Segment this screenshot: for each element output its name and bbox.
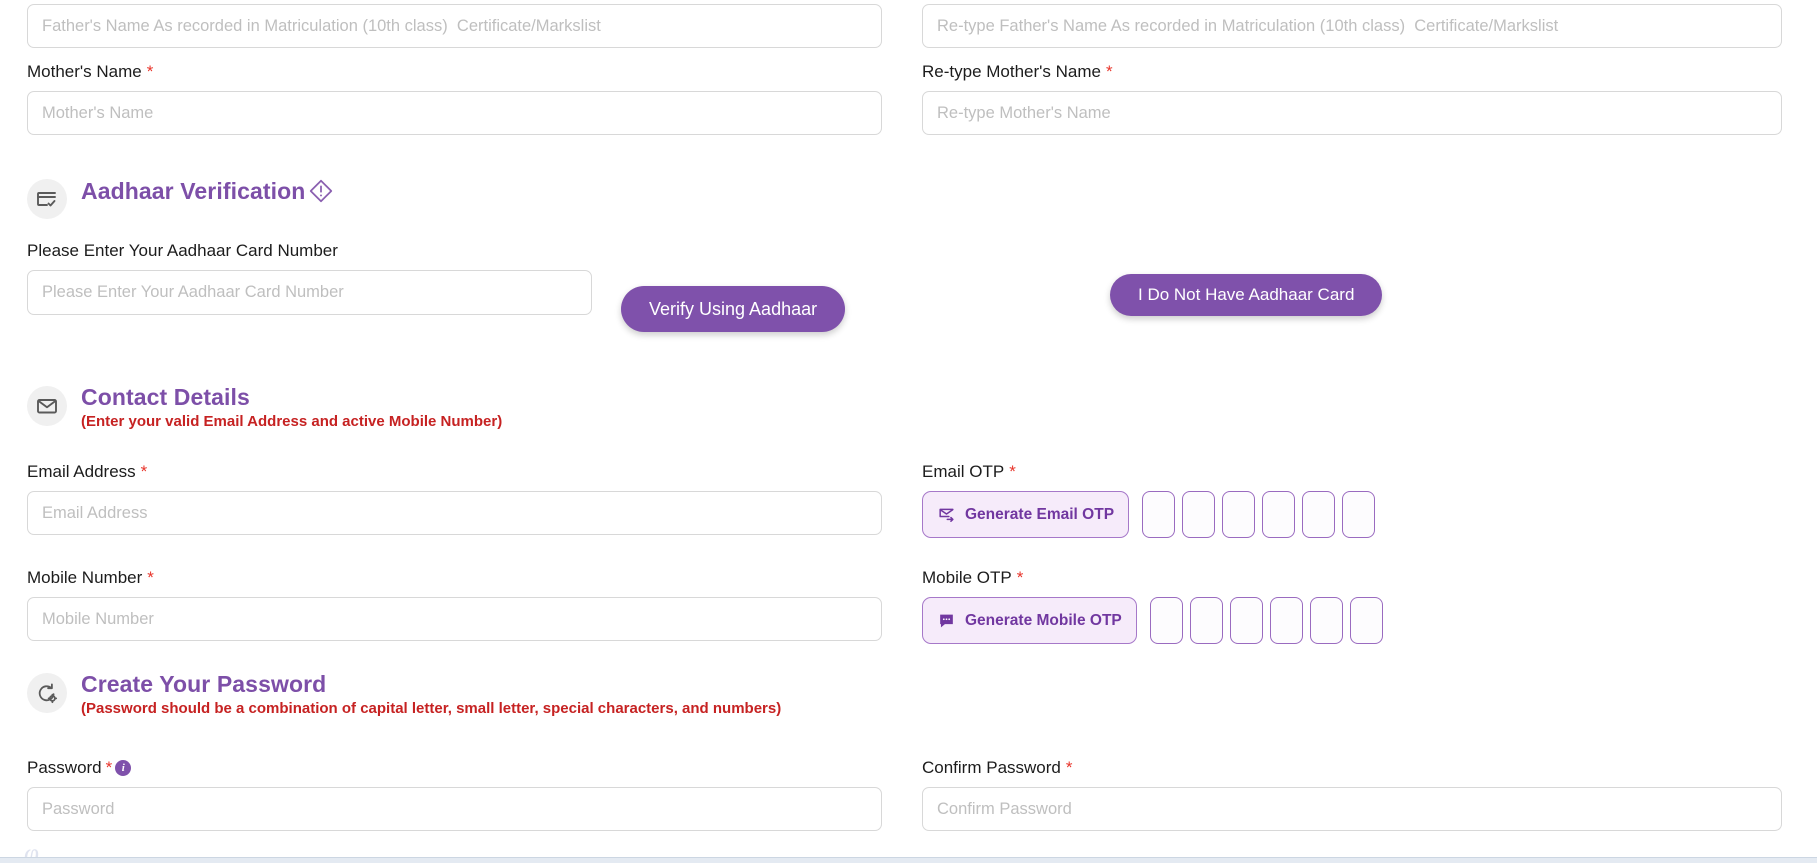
email-otp-row: Generate Email OTP	[922, 491, 1782, 538]
mobile-number-group: Mobile Number *	[27, 568, 882, 641]
aadhaar-section-header: Aadhaar Verification	[27, 177, 335, 219]
mobile-otp-digit-2[interactable]	[1190, 597, 1223, 644]
aadhaar-section-title: Aadhaar Verification	[81, 177, 335, 205]
aadhaar-number-label: Please Enter Your Aadhaar Card Number	[27, 241, 592, 261]
mobile-otp-boxes	[1150, 597, 1383, 644]
mobile-number-label-text: Mobile Number	[27, 568, 142, 588]
email-otp-group: Email OTP * Generate Email OTP	[922, 462, 1782, 538]
email-otp-boxes	[1142, 491, 1375, 538]
email-address-group: Email Address *	[27, 462, 882, 535]
email-otp-digit-1[interactable]	[1142, 491, 1175, 538]
generate-email-otp-label: Generate Email OTP	[965, 506, 1114, 524]
bottom-strip	[0, 857, 1817, 863]
generate-email-otp-button[interactable]: Generate Email OTP	[922, 491, 1129, 538]
mail-send-icon	[937, 505, 956, 524]
mobile-otp-row: Generate Mobile OTP	[922, 597, 1782, 644]
password-section-heading-block: Create Your Password (Password should be…	[81, 671, 781, 718]
required-asterisk: *	[147, 572, 154, 584]
mobile-number-input[interactable]	[27, 597, 882, 641]
confirm-password-input[interactable]	[922, 787, 1782, 831]
mother-name-retype-input[interactable]	[922, 91, 1782, 135]
aadhaar-number-group: Please Enter Your Aadhaar Card Number	[27, 241, 592, 315]
mobile-number-label: Mobile Number *	[27, 568, 882, 588]
email-address-input[interactable]	[27, 491, 882, 535]
contact-section-subtitle: (Enter your valid Email Address and acti…	[81, 412, 502, 431]
aadhaar-number-input[interactable]	[27, 270, 592, 315]
mobile-otp-digit-6[interactable]	[1350, 597, 1383, 644]
mother-name-retype-label-text: Re-type Mother's Name	[922, 62, 1101, 82]
mobile-otp-label: Mobile OTP *	[922, 568, 1782, 588]
father-name-retype-input[interactable]	[922, 4, 1782, 48]
father-name-input[interactable]	[27, 4, 882, 48]
mobile-otp-digit-4[interactable]	[1270, 597, 1303, 644]
mother-name-input[interactable]	[27, 91, 882, 135]
email-otp-label: Email OTP *	[922, 462, 1782, 482]
required-asterisk: *	[1066, 762, 1073, 774]
email-otp-digit-4[interactable]	[1262, 491, 1295, 538]
confirm-password-label-text: Confirm Password	[922, 758, 1061, 778]
father-name-retype-group	[922, 4, 1782, 48]
email-address-label-text: Email Address	[27, 462, 136, 482]
info-icon[interactable]: i	[115, 760, 131, 776]
password-label-text: Password	[27, 758, 102, 778]
father-name-group	[27, 4, 882, 48]
mother-name-retype-label: Re-type Mother's Name *	[922, 62, 1782, 82]
password-input[interactable]	[27, 787, 882, 831]
required-asterisk: *	[1106, 66, 1113, 78]
confirm-password-label: Confirm Password *	[922, 758, 1782, 778]
required-asterisk: *	[147, 66, 154, 78]
password-label: Password * i	[27, 758, 882, 778]
contact-section-heading-block: Contact Details (Enter your valid Email …	[81, 384, 502, 431]
mobile-otp-label-text: Mobile OTP	[922, 568, 1012, 588]
password-section-title: Create Your Password	[81, 671, 781, 697]
reset-gear-icon	[27, 673, 67, 713]
mother-name-label-text: Mother's Name	[27, 62, 142, 82]
registration-form-page: Mother's Name * Re-type Mother's Name * …	[0, 0, 1817, 863]
mother-name-group: Mother's Name *	[27, 62, 882, 135]
mobile-otp-digit-1[interactable]	[1150, 597, 1183, 644]
contact-section-title: Contact Details	[81, 384, 502, 410]
password-group: Password * i	[27, 758, 882, 831]
mobile-otp-group: Mobile OTP * Generate Mobile OTP	[922, 568, 1782, 644]
mobile-otp-digit-5[interactable]	[1310, 597, 1343, 644]
password-section-subtitle: (Password should be a combination of cap…	[81, 699, 781, 718]
envelope-icon	[27, 386, 67, 426]
mother-name-retype-group: Re-type Mother's Name *	[922, 62, 1782, 135]
email-otp-digit-5[interactable]	[1302, 491, 1335, 538]
chat-bubble-icon	[937, 611, 956, 630]
contact-section-header: Contact Details (Enter your valid Email …	[27, 384, 502, 431]
verify-using-aadhaar-button[interactable]: Verify Using Aadhaar	[621, 286, 845, 332]
mother-name-label: Mother's Name *	[27, 62, 882, 82]
required-asterisk: *	[1017, 572, 1024, 584]
required-asterisk: *	[1009, 466, 1016, 478]
email-otp-digit-3[interactable]	[1222, 491, 1255, 538]
warning-diamond-icon	[307, 177, 335, 205]
required-asterisk: *	[106, 762, 113, 774]
aadhaar-title-text: Aadhaar Verification	[81, 178, 305, 204]
password-section-header: Create Your Password (Password should be…	[27, 671, 781, 718]
email-address-label: Email Address *	[27, 462, 882, 482]
required-asterisk: *	[141, 466, 148, 478]
confirm-password-group: Confirm Password *	[922, 758, 1782, 831]
card-check-icon	[27, 179, 67, 219]
no-aadhaar-card-button[interactable]: I Do Not Have Aadhaar Card	[1110, 274, 1382, 316]
generate-mobile-otp-label: Generate Mobile OTP	[965, 612, 1122, 630]
mobile-otp-digit-3[interactable]	[1230, 597, 1263, 644]
email-otp-digit-2[interactable]	[1182, 491, 1215, 538]
email-otp-label-text: Email OTP	[922, 462, 1004, 482]
generate-mobile-otp-button[interactable]: Generate Mobile OTP	[922, 597, 1137, 644]
email-otp-digit-6[interactable]	[1342, 491, 1375, 538]
